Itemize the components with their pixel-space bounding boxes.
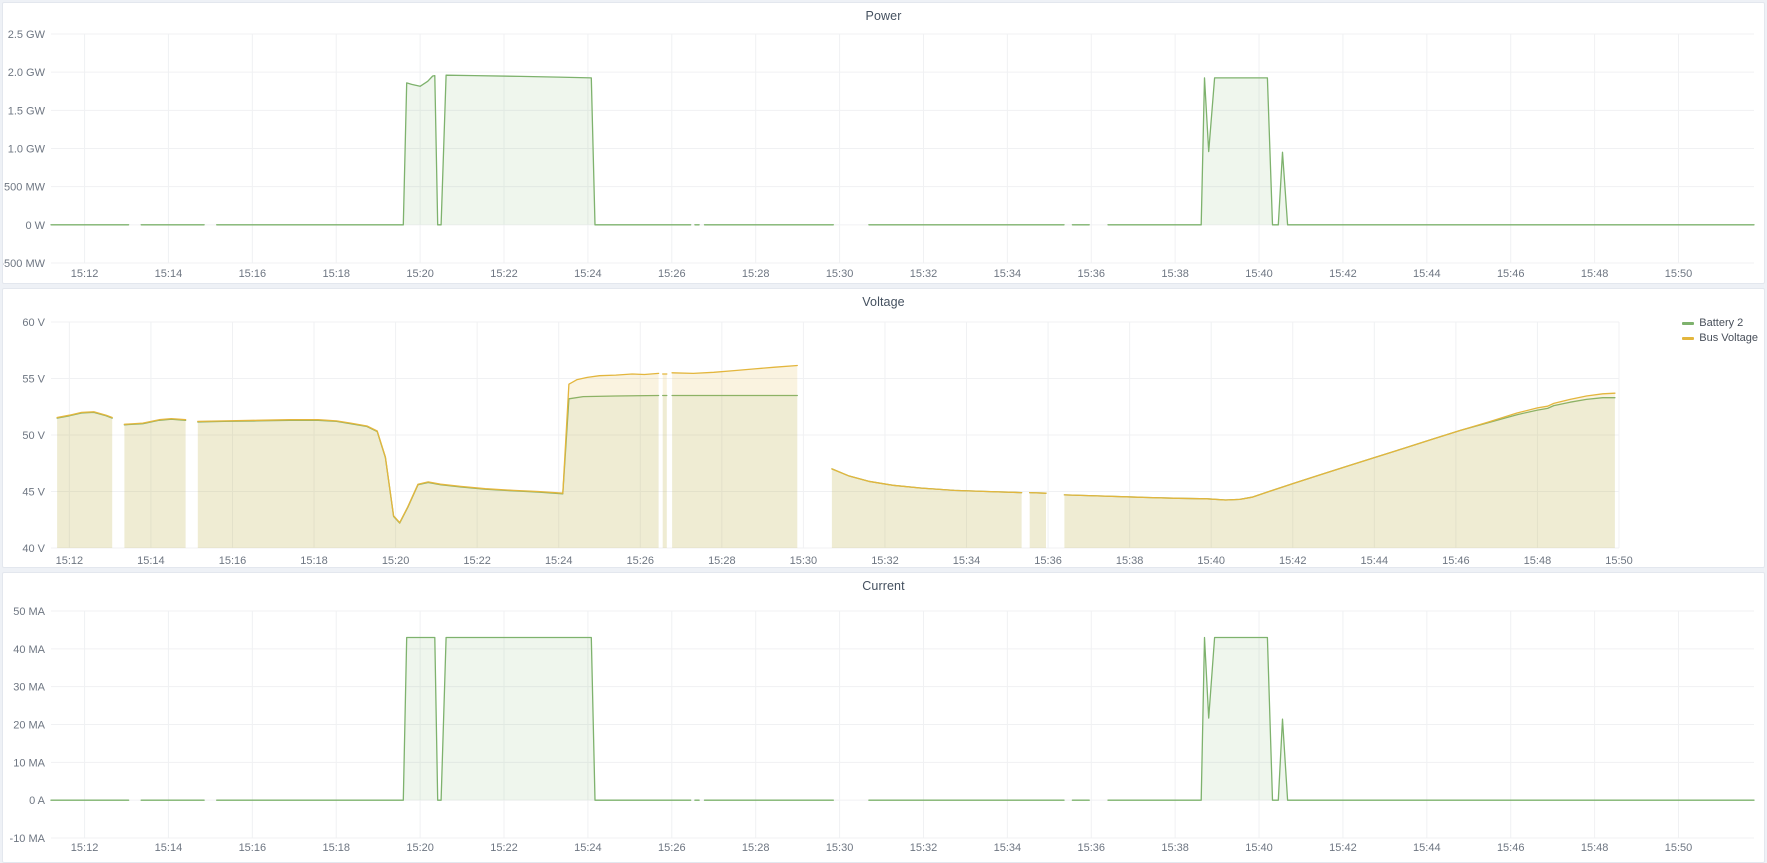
svg-text:50 MA: 50 MA	[13, 606, 45, 618]
svg-text:15:28: 15:28	[742, 842, 770, 854]
svg-text:15:14: 15:14	[137, 555, 165, 567]
svg-text:15:38: 15:38	[1116, 555, 1144, 567]
svg-text:15:48: 15:48	[1581, 842, 1609, 854]
svg-text:15:24: 15:24	[574, 842, 602, 854]
svg-text:55 V: 55 V	[22, 374, 45, 386]
svg-text:60 V: 60 V	[22, 317, 45, 329]
svg-text:15:16: 15:16	[239, 842, 267, 854]
power-chart[interactable]: 2.5 GW 2.0 GW 1.5 GW 1.0 GW 500 MW 0 W -500 MW…	[3, 3, 1766, 285]
legend-item-bus-voltage[interactable]: Bus Voltage	[1682, 332, 1758, 344]
svg-text:15:18: 15:18	[322, 842, 350, 854]
svg-text:15:28: 15:28	[742, 268, 770, 280]
svg-text:15:50: 15:50	[1605, 555, 1633, 567]
panel-power-title[interactable]: Power	[3, 3, 1764, 23]
svg-text:40 V: 40 V	[22, 543, 45, 555]
svg-text:40 MA: 40 MA	[13, 644, 45, 656]
svg-text:15:14: 15:14	[155, 842, 183, 854]
svg-text:15:20: 15:20	[406, 842, 434, 854]
svg-text:15:12: 15:12	[71, 842, 99, 854]
svg-text:15:20: 15:20	[382, 555, 410, 567]
svg-text:15:50: 15:50	[1665, 268, 1693, 280]
svg-text:15:36: 15:36	[1077, 842, 1105, 854]
svg-text:15:42: 15:42	[1279, 555, 1307, 567]
panel-current-title[interactable]: Current	[3, 573, 1764, 593]
svg-text:15:24: 15:24	[545, 555, 573, 567]
svg-text:-10 MA: -10 MA	[10, 833, 46, 845]
svg-text:15:38: 15:38	[1161, 842, 1189, 854]
svg-text:0 A: 0 A	[29, 795, 46, 807]
svg-text:15:32: 15:32	[871, 555, 899, 567]
svg-text:15:30: 15:30	[826, 842, 854, 854]
svg-text:10 MA: 10 MA	[13, 757, 45, 769]
svg-text:15:44: 15:44	[1361, 555, 1389, 567]
svg-text:15:12: 15:12	[71, 268, 99, 280]
svg-text:30 MA: 30 MA	[13, 682, 45, 694]
svg-text:15:16: 15:16	[219, 555, 247, 567]
voltage-chart[interactable]: 60 V 55 V 50 V 45 V 40 V 15:12 15:14 15:16 15:18…	[3, 289, 1766, 569]
svg-text:15:30: 15:30	[826, 268, 854, 280]
svg-text:15:50: 15:50	[1665, 842, 1693, 854]
svg-text:2.5 GW: 2.5 GW	[8, 29, 46, 41]
svg-text:15:22: 15:22	[490, 268, 518, 280]
svg-text:20 MA: 20 MA	[13, 720, 45, 732]
svg-text:15:20: 15:20	[406, 268, 434, 280]
dashboard: Power 2.5 GW 2.0 GW 1.5 GW 1.0 GW 500 MW 0 W -…	[0, 0, 1767, 863]
current-chart[interactable]: 50 MA 40 MA 30 MA 20 MA 10 MA 0 A -10 MA 15:12 1…	[3, 573, 1766, 863]
svg-text:15:26: 15:26	[658, 842, 686, 854]
legend-label: Bus Voltage	[1699, 332, 1758, 344]
legend: Battery 2 Bus Voltage	[1682, 317, 1758, 344]
svg-text:15:26: 15:26	[627, 555, 655, 567]
svg-text:15:34: 15:34	[953, 555, 981, 567]
svg-text:15:40: 15:40	[1197, 555, 1225, 567]
svg-text:1.0 GW: 1.0 GW	[8, 144, 46, 156]
svg-text:15:36: 15:36	[1034, 555, 1062, 567]
svg-text:15:22: 15:22	[490, 842, 518, 854]
svg-text:15:22: 15:22	[463, 555, 491, 567]
panel-voltage-title[interactable]: Voltage	[3, 289, 1764, 309]
svg-text:15:38: 15:38	[1161, 268, 1189, 280]
svg-text:15:44: 15:44	[1413, 268, 1441, 280]
svg-text:1.5 GW: 1.5 GW	[8, 105, 46, 117]
svg-text:15:36: 15:36	[1077, 268, 1105, 280]
svg-text:15:34: 15:34	[994, 268, 1022, 280]
svg-text:15:46: 15:46	[1497, 268, 1525, 280]
svg-text:15:48: 15:48	[1524, 555, 1552, 567]
svg-text:15:40: 15:40	[1245, 842, 1273, 854]
panel-power: Power 2.5 GW 2.0 GW 1.5 GW 1.0 GW 500 MW 0 W -…	[2, 2, 1765, 284]
legend-item-battery-2[interactable]: Battery 2	[1682, 317, 1758, 329]
svg-text:15:32: 15:32	[910, 268, 938, 280]
svg-text:15:42: 15:42	[1329, 268, 1357, 280]
svg-text:15:32: 15:32	[910, 842, 938, 854]
svg-text:15:18: 15:18	[300, 555, 328, 567]
svg-text:15:40: 15:40	[1245, 268, 1273, 280]
svg-text:15:28: 15:28	[708, 555, 736, 567]
svg-text:45 V: 45 V	[22, 487, 45, 499]
panel-voltage: Voltage 60 V 55 V 50 V 45 V 40 V 15:12 15:14 15…	[2, 288, 1765, 568]
svg-text:15:26: 15:26	[658, 268, 686, 280]
legend-label: Battery 2	[1699, 317, 1743, 329]
svg-text:15:34: 15:34	[994, 842, 1022, 854]
panel-current: Current 50 MA 40 MA 30 MA 20 MA 10 MA 0 A -10 …	[2, 572, 1765, 863]
svg-text:15:46: 15:46	[1442, 555, 1470, 567]
svg-text:15:44: 15:44	[1413, 842, 1441, 854]
battery-2-series-swatch-icon	[1682, 322, 1694, 325]
svg-text:15:18: 15:18	[322, 268, 350, 280]
svg-text:-500 MW: -500 MW	[3, 258, 46, 270]
svg-text:15:16: 15:16	[239, 268, 267, 280]
svg-text:15:14: 15:14	[155, 268, 183, 280]
svg-text:50 V: 50 V	[22, 430, 45, 442]
svg-text:0 W: 0 W	[25, 220, 45, 232]
svg-text:15:48: 15:48	[1581, 268, 1609, 280]
svg-text:2.0 GW: 2.0 GW	[8, 67, 46, 79]
svg-text:15:42: 15:42	[1329, 842, 1357, 854]
svg-text:15:30: 15:30	[790, 555, 818, 567]
bus-voltage-series-swatch-icon	[1682, 337, 1694, 340]
svg-text:15:24: 15:24	[574, 268, 602, 280]
svg-text:15:46: 15:46	[1497, 842, 1525, 854]
svg-text:15:12: 15:12	[56, 555, 84, 567]
svg-text:500 MW: 500 MW	[4, 182, 46, 194]
